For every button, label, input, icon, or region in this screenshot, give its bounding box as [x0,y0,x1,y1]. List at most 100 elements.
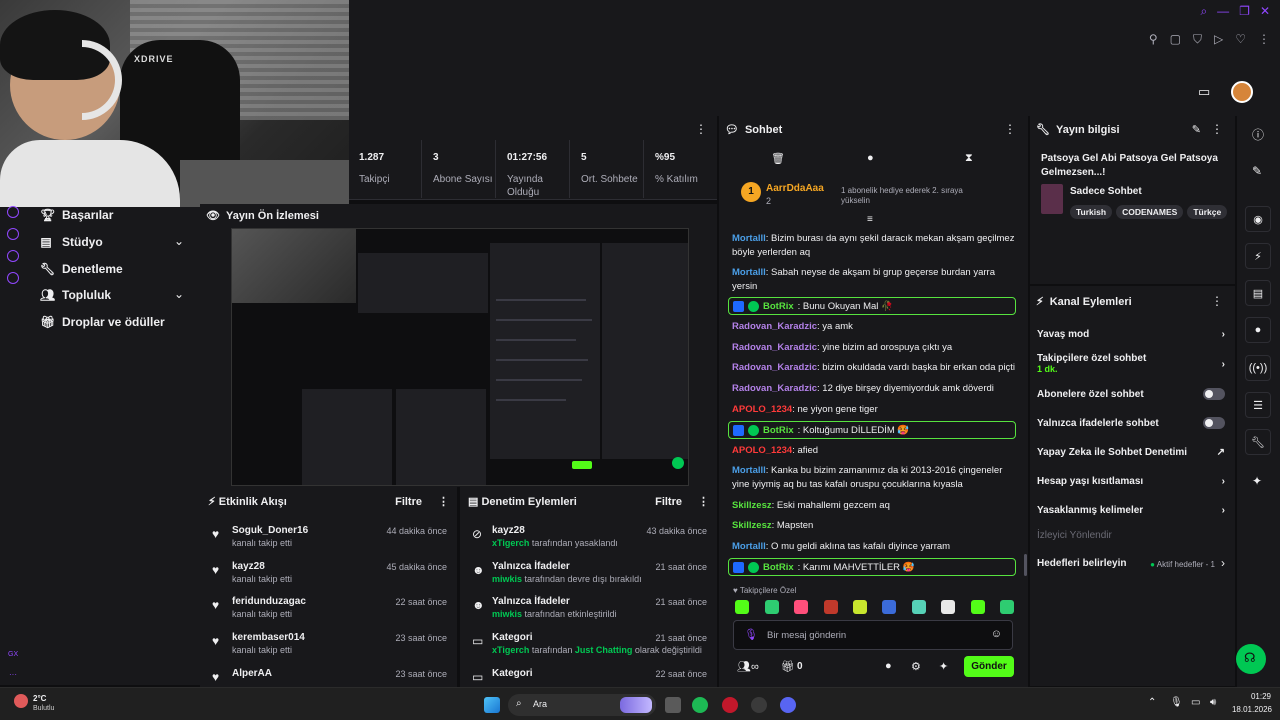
windows-start-icon[interactable] [484,697,500,713]
edit-icon[interactable]: ✎ [1252,164,1262,178]
shield-icon[interactable]: ⛉ [1193,32,1202,47]
subscribers-only-row[interactable]: Abonelere özel sohbet [1037,388,1225,400]
puzzle-icon[interactable]: ✦ [939,660,948,673]
tag[interactable]: CODENAMES [1116,205,1184,219]
emote-icon[interactable] [882,600,896,614]
more-icon[interactable]: ⋮ [438,496,449,508]
filter-button[interactable]: Filtre [395,496,422,508]
emote-icon[interactable] [941,600,955,614]
followers-only-row[interactable]: Takipçilere özel sohbet 1 dk. › [1037,353,1225,375]
bolt-icon[interactable]: ⚡︎ [1245,243,1271,269]
steam-icon[interactable] [751,697,767,713]
emote-icon[interactable] [824,600,838,614]
emote-icon[interactable] [971,600,985,614]
more-icon[interactable]: ⋮ [1004,122,1016,136]
emote-only-toggle[interactable] [1203,417,1225,429]
trash-icon[interactable]: 🗑︎ [771,152,785,165]
snapshot-icon[interactable]: ▢ [1170,32,1181,47]
help-button[interactable]: ☊ [1236,644,1266,674]
close-icon[interactable]: ✕ [1260,4,1270,19]
discord-icon[interactable] [780,697,796,713]
avatar[interactable] [1231,81,1253,103]
more-icon[interactable]: ⋮ [698,496,709,508]
goals-row[interactable]: Hedefleri belirleyin ● Aktif hedefler - … [1037,556,1225,570]
stream-preview-video[interactable] [231,228,689,486]
emote-icon[interactable] [1000,600,1014,614]
gear-icon[interactable]: ⚙ [911,660,921,673]
chevron-down-icon[interactable]: ⌄ [174,287,184,301]
chat-icon[interactable]: ● [1245,317,1271,343]
wrench-icon[interactable]: 🔧︎ [1245,429,1271,455]
volume-icon[interactable]: 🔊︎ [1210,697,1216,708]
list-icon[interactable]: ☰ [1245,392,1271,418]
more-icon[interactable]: ⋮ [1258,32,1270,47]
chat-input[interactable]: 🎙︎ Bir mesaj gönderin ☺ [733,620,1013,650]
info-icon[interactable]: ⓘ [1252,126,1264,143]
more-icon[interactable]: ⋮ [1211,294,1223,308]
search-icon[interactable]: ⌕ [1200,4,1207,19]
clock-icon[interactable] [7,250,19,262]
settings-icon[interactable] [7,272,19,284]
mic-icon[interactable]: 🎙︎ [744,628,758,641]
weather-icon[interactable] [14,694,28,708]
chat-settings-icon[interactable]: ● [885,660,892,672]
task-view-icon[interactable] [665,697,681,713]
gift-icon[interactable]: 🎁︎ [781,660,795,673]
hourglass-icon[interactable]: ⧗ [965,152,973,165]
network-icon[interactable]: ▭ [1191,697,1200,708]
clock-time: 01:29 [1250,692,1271,701]
emote-only-row[interactable]: Yalnızca ifadelerle sohbet [1037,417,1225,429]
list-item: ⊘ 43 dakika önce kayz28 xTigerch tarafınd… [472,525,707,548]
ai-moderation-row[interactable]: Yapay Zeka ile Sohbet Denetimi ↗ [1037,447,1225,458]
collapse-icon[interactable]: ≡ [867,214,873,225]
filter-button[interactable]: Filtre [655,496,682,508]
puzzle-icon[interactable]: ✦ [1252,474,1262,488]
list-item: ☻ 21 saat önce Yalnızca İfadeler miwkis t… [472,596,707,619]
opera-gx-icon[interactable] [722,697,738,713]
search-input[interactable]: ⌕ Ara [508,694,656,716]
category-icon: ▭ [472,670,484,684]
edit-icon[interactable]: ✎ [1192,123,1201,136]
document-icon[interactable]: ▤ [1245,280,1271,306]
sidebar-item-drops[interactable]: 🎁︎ Droplar ve ödüller [40,315,165,329]
mic-icon[interactable]: 🎙︎ [1170,697,1183,708]
scrollbar[interactable] [1024,554,1027,576]
headset-icon: ☊ [1244,650,1256,665]
tag[interactable]: Türkçe [1187,205,1228,219]
sidebar-item-achievements[interactable]: 🏆︎ Başarılar [40,208,113,222]
emote-icon[interactable] [735,600,749,614]
heart-icon[interactable]: ♡ [1235,32,1246,47]
tag[interactable]: Turkish [1070,205,1113,219]
chevron-down-icon[interactable]: ⌄ [174,234,184,248]
slow-mode-row[interactable]: Yavaş mod › [1037,329,1225,340]
emote-icon[interactable] [912,600,926,614]
spotify-icon[interactable] [692,697,708,713]
more-icon[interactable]: ⋮ [695,122,707,136]
camera-icon[interactable]: ◉ [1245,206,1271,232]
pin-icon[interactable]: ⚲ [1149,32,1158,47]
rail-circle-icon[interactable] [7,206,19,218]
send-button[interactable]: Gönder [964,656,1014,677]
emote-icon[interactable] [853,600,867,614]
more-icon[interactable]: ⋮ [1211,122,1223,136]
emoji-icon[interactable]: ☺ [991,628,1002,640]
minimize-icon[interactable]: — [1217,4,1229,19]
emote-icon[interactable] [765,600,779,614]
sidebar-item-moderation[interactable]: 🔧︎ Denetleme [40,262,123,276]
stream-info-panel: 🔧︎ Yayın bilgisi ✎ ⋮ Patsoya Gel Abi Pat… [1030,116,1235,284]
history-icon[interactable] [7,228,19,240]
subscribers-only-toggle[interactable] [1203,388,1225,400]
people-icon[interactable]: 👥︎∞ [737,660,759,673]
maximize-icon[interactable]: ❐ [1239,4,1250,19]
play-icon[interactable]: ▷ [1214,32,1223,47]
sidebar-item-studio[interactable]: ▤ Stüdyo [40,235,102,249]
emote-icon[interactable] [794,600,808,614]
chevron-up-icon[interactable]: ⌃ [1148,697,1156,708]
chat-bubble-icon[interactable]: ● [867,152,874,164]
broadcast-icon[interactable]: ((•)) [1245,355,1271,381]
sidebar-item-community[interactable]: 👥︎ Topluluk [40,288,111,302]
account-age-row[interactable]: Hesap yaşı kısıtlaması › [1037,476,1225,487]
banned-words-row[interactable]: Yasaklanmış kelimeler › [1037,505,1225,516]
stream-manager-icon[interactable]: ▭ [1198,84,1212,99]
rail-more-icon[interactable]: ··· [9,670,17,679]
